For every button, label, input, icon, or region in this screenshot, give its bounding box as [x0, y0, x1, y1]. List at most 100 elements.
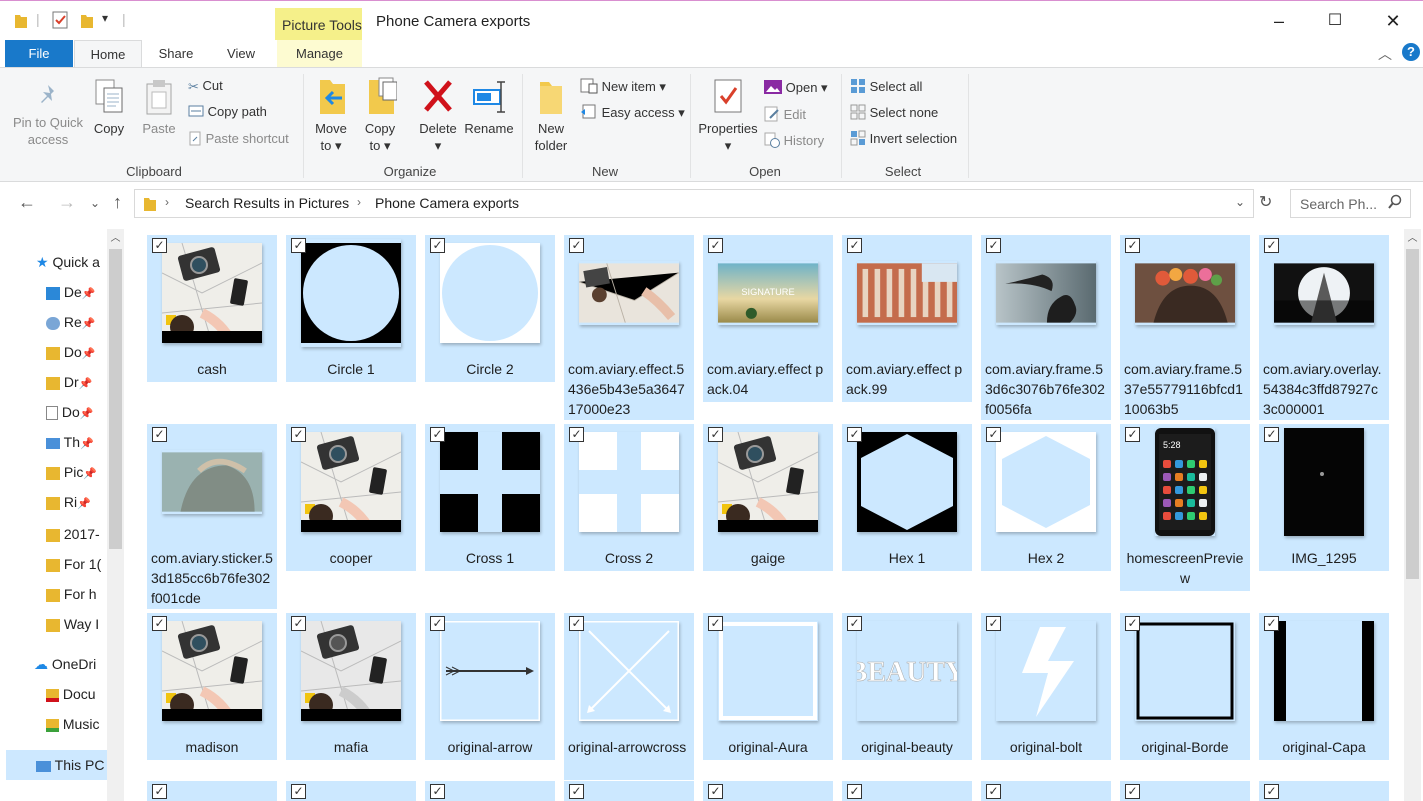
file-tile[interactable]: ✓ com.aviary.frame.53d6c3076b76fe302f0056…	[981, 235, 1111, 420]
selection-checkbox[interactable]: ✓	[152, 784, 167, 799]
edit-button[interactable]: Edit	[764, 106, 806, 125]
file-tile[interactable]: ✓ gaige	[703, 424, 833, 571]
open-button[interactable]: Open ▾	[764, 80, 828, 97]
nav-item-onedrive-documents[interactable]: Docu	[46, 686, 106, 702]
selection-checkbox[interactable]: ✓	[986, 616, 1001, 631]
selection-checkbox[interactable]: ✓	[1125, 616, 1140, 631]
invert-selection-button[interactable]: Invert selection	[850, 130, 957, 149]
selection-checkbox[interactable]: ✓	[1264, 616, 1279, 631]
file-tile[interactable]: ✓ original-Capa	[1259, 613, 1389, 760]
cut-button[interactable]: ✂ Cut	[188, 78, 223, 95]
file-tile[interactable]: ✓ cash	[147, 235, 277, 382]
file-tile[interactable]: ✓ original-Borde	[1120, 613, 1250, 760]
file-tile[interactable]: ✓	[147, 781, 277, 801]
nav-scrollbar-thumb[interactable]	[109, 249, 122, 549]
file-tile[interactable]: ✓ com.aviary.effect pack.99	[842, 235, 972, 402]
nav-item-this-pc-pinned[interactable]: Th📌	[46, 434, 104, 450]
customize-quick-access-icon[interactable]: ▾	[102, 11, 108, 25]
nav-item-drive[interactable]: Dr📌	[46, 374, 104, 390]
refresh-icon[interactable]: ↻	[1259, 192, 1272, 212]
selection-checkbox[interactable]: ✓	[1264, 784, 1279, 799]
search-input[interactable]: Search Ph...	[1300, 196, 1377, 212]
selection-checkbox[interactable]: ✓	[847, 427, 862, 442]
file-tile[interactable]: ✓ Circle 2	[425, 235, 555, 382]
selection-checkbox[interactable]: ✓	[430, 616, 445, 631]
nav-item-2017[interactable]: 2017-	[46, 526, 104, 542]
nav-item-way[interactable]: Way I	[46, 616, 104, 632]
file-tile[interactable]: ✓ com.aviary.overlay.54384c3ffd87927c3c00…	[1259, 235, 1389, 420]
nav-item-downloads[interactable]: Do📌	[46, 344, 104, 360]
file-tile[interactable]: ✓ original-arrow	[425, 613, 555, 760]
selection-checkbox[interactable]: ✓	[569, 427, 584, 442]
file-tile[interactable]: ✓	[1259, 781, 1389, 801]
nav-item-recent[interactable]: Re📌	[46, 314, 104, 330]
copy-path-button[interactable]: Copy path	[188, 104, 267, 120]
selection-checkbox[interactable]: ✓	[291, 616, 306, 631]
address-bar[interactable]: › Search Results in Pictures › Phone Cam…	[134, 189, 1254, 218]
easy-access-button[interactable]: Easy access ▾	[580, 104, 685, 123]
file-tile[interactable]: ✓ cooper	[286, 424, 416, 571]
file-tile[interactable]: ✓	[981, 781, 1111, 801]
file-tile[interactable]: ✓	[703, 781, 833, 801]
selection-checkbox[interactable]: ✓	[291, 427, 306, 442]
file-tile[interactable]: ✓ SIGNATURE com.aviary.effect pack.04	[703, 235, 833, 402]
selection-checkbox[interactable]: ✓	[430, 784, 445, 799]
breadcrumb-search-results[interactable]: Search Results in Pictures	[185, 195, 349, 211]
selection-checkbox[interactable]: ✓	[430, 238, 445, 253]
select-all-button[interactable]: Select all	[850, 78, 922, 97]
nav-item-quick-access[interactable]: ★ Quick a	[36, 254, 106, 271]
selection-checkbox[interactable]: ✓	[1125, 784, 1140, 799]
selection-checkbox[interactable]: ✓	[291, 784, 306, 799]
file-tile[interactable]: ✓ BEAUTY original-beauty	[842, 613, 972, 760]
nav-item-for-h[interactable]: For h	[46, 586, 104, 602]
pin-to-quick-access-button[interactable]: Pin to Quick access	[8, 82, 88, 148]
file-tile[interactable]: ✓ original-arrowcross	[564, 613, 694, 780]
address-dropdown-chevron-icon[interactable]: ⌄	[1235, 195, 1245, 209]
new-item-button[interactable]: New item ▾	[580, 78, 666, 97]
selection-checkbox[interactable]: ✓	[1125, 238, 1140, 253]
selection-checkbox[interactable]: ✓	[291, 238, 306, 253]
selection-checkbox[interactable]: ✓	[986, 784, 1001, 799]
move-to-button[interactable]: Move to ▾	[310, 76, 352, 154]
selection-checkbox[interactable]: ✓	[1125, 427, 1140, 442]
file-tile[interactable]: ✓ Hex 1	[842, 424, 972, 571]
selection-checkbox[interactable]: ✓	[569, 616, 584, 631]
selection-checkbox[interactable]: ✓	[152, 427, 167, 442]
file-tile[interactable]: ✓ original-Aura	[703, 613, 833, 760]
file-tile[interactable]: ✓ original-bolt	[981, 613, 1111, 760]
rename-button[interactable]: Rename	[463, 76, 515, 137]
select-none-button[interactable]: Select none	[850, 104, 938, 123]
selection-checkbox[interactable]: ✓	[708, 238, 723, 253]
file-tile[interactable]: ✓ com.aviary.sticker.53d185cc6b76fe302f00…	[147, 424, 277, 609]
up-arrow-icon[interactable]: ↑	[113, 192, 122, 213]
file-tile[interactable]: ✓ 5:28 homescreenPreview	[1120, 424, 1250, 591]
selection-checkbox[interactable]: ✓	[569, 784, 584, 799]
collapse-ribbon-icon[interactable]: ︿	[1378, 44, 1392, 64]
selection-checkbox[interactable]: ✓	[1264, 238, 1279, 253]
selection-checkbox[interactable]: ✓	[708, 616, 723, 631]
file-tile[interactable]: ✓ Circle 1	[286, 235, 416, 382]
file-tile[interactable]: ✓ madison	[147, 613, 277, 760]
nav-pane-scrollbar[interactable]: ︿	[107, 229, 124, 801]
file-tile[interactable]: ✓	[842, 781, 972, 801]
selection-checkbox[interactable]: ✓	[152, 238, 167, 253]
nav-item-desktop[interactable]: De📌	[46, 284, 104, 300]
tab-home[interactable]: Home	[74, 40, 142, 68]
nav-item-onedrive-music[interactable]: Music	[46, 716, 106, 732]
scroll-up-icon[interactable]: ︿	[1404, 229, 1421, 246]
minimize-button[interactable]: –	[1264, 9, 1294, 33]
nav-item-documents[interactable]: Do📌	[46, 404, 104, 421]
file-tile[interactable]: ✓ IMG_1295	[1259, 424, 1389, 571]
file-tile[interactable]: ✓	[1120, 781, 1250, 801]
tab-manage[interactable]: Manage	[277, 40, 362, 68]
selection-checkbox[interactable]: ✓	[986, 238, 1001, 253]
nav-item-for-10[interactable]: For 1(	[46, 556, 104, 572]
file-tile[interactable]: ✓	[286, 781, 416, 801]
file-tile[interactable]: ✓ Cross 1	[425, 424, 555, 571]
tab-share[interactable]: Share	[142, 40, 210, 68]
selection-checkbox[interactable]: ✓	[847, 238, 862, 253]
file-tile[interactable]: ✓ com.aviary.effect.5436e5b43e5a364717000…	[564, 235, 694, 420]
copy-to-button[interactable]: Copy to ▾	[360, 76, 400, 154]
nav-item-pictures[interactable]: Pic📌	[46, 464, 104, 480]
properties-button[interactable]: Properties ▾	[696, 76, 760, 154]
